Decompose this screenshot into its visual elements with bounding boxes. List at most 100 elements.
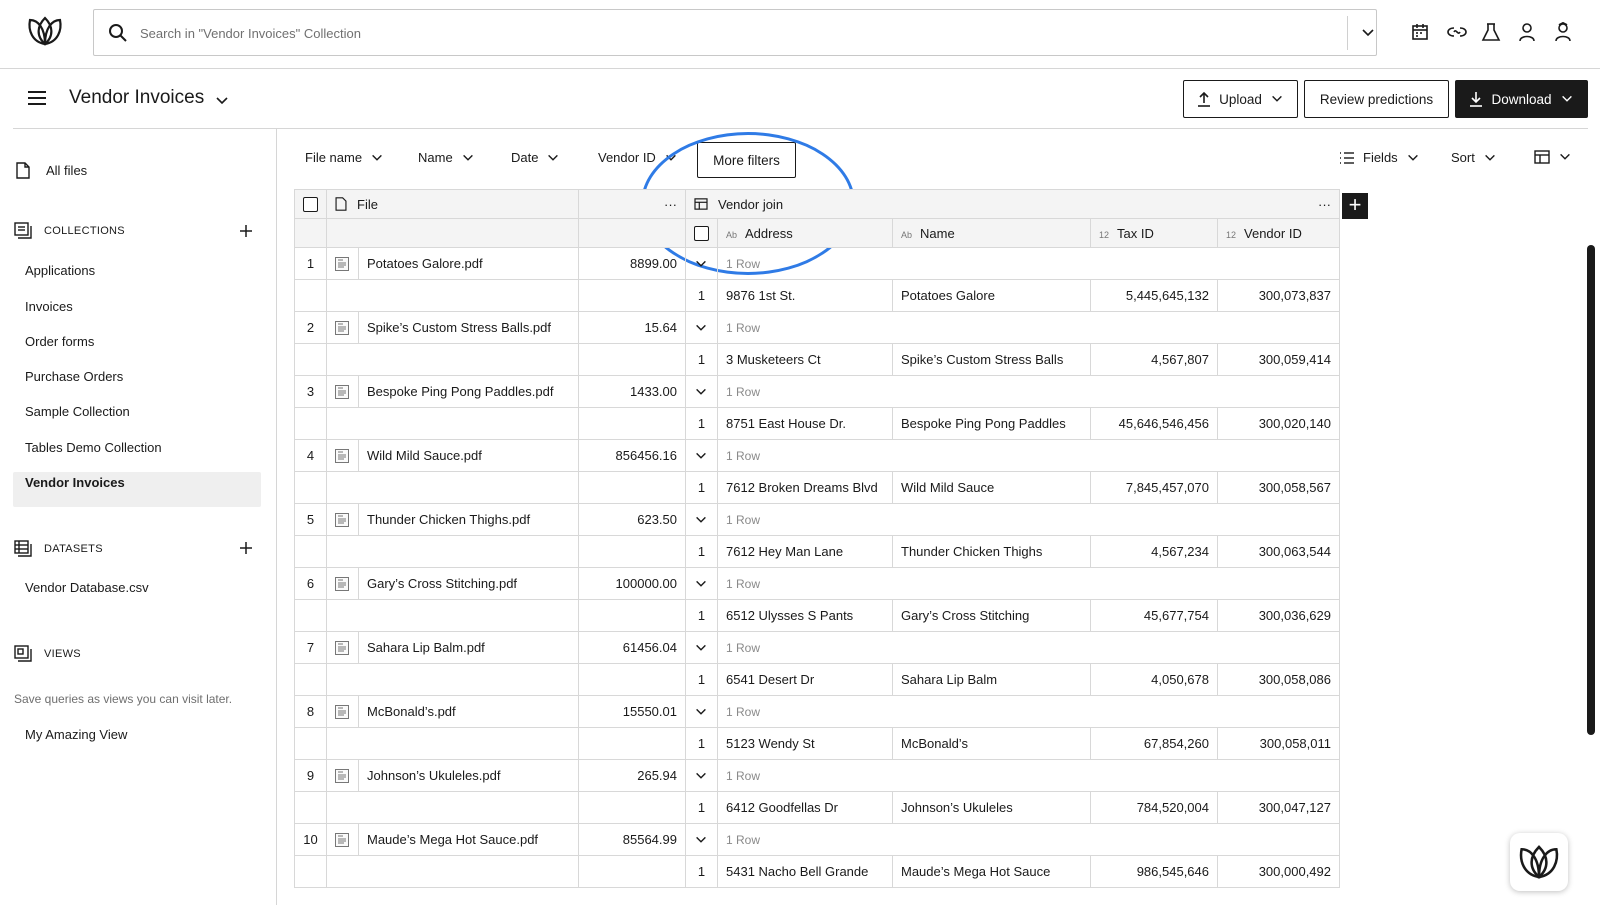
chevron-down-icon[interactable]	[694, 449, 709, 463]
join-subrow[interactable]: 1 6412 Goodfellas Dr Johnson’s Ukuleles 784…	[294, 791, 1340, 824]
expand-row-cell[interactable]	[685, 759, 718, 792]
tax-id-cell[interactable]: 45,646,546,456	[1090, 407, 1218, 440]
amount-cell[interactable]: 15550.01	[578, 695, 686, 728]
fields-menu-button[interactable]: Fields	[1339, 150, 1420, 165]
more-options-icon[interactable]: ···	[1318, 197, 1331, 212]
review-predictions-button[interactable]: Review predictions	[1304, 80, 1449, 118]
vendor-id-cell[interactable]: 300,073,837	[1217, 279, 1340, 312]
vendor-name-cell[interactable]: Bespoke Ping Pong Paddles	[892, 407, 1091, 440]
join-subrow[interactable]: 1 5123 Wendy St McBonald’s 67,854,260 300,05…	[294, 727, 1340, 760]
search-input[interactable]	[140, 22, 1320, 44]
chevron-down-icon[interactable]	[694, 577, 709, 591]
join-subrow[interactable]: 1 6541 Desert Dr Sahara Lip Balm 4,050,678 3…	[294, 663, 1340, 696]
more-options-icon[interactable]: ···	[664, 197, 677, 212]
file-column-options[interactable]: ···	[578, 189, 686, 219]
tax-id-cell[interactable]: 986,545,646	[1090, 855, 1218, 888]
table-row[interactable]: 6 Gary’s Cross Stitching.pdf 100000.00 1 Ro…	[294, 567, 1340, 600]
sidebar-item-vendor-database[interactable]: Vendor Database.csv	[25, 580, 149, 595]
add-dataset-plus-icon[interactable]	[238, 540, 254, 556]
tax-id-cell[interactable]: 4,567,807	[1090, 343, 1218, 376]
table-row[interactable]: 1 Potatoes Galore.pdf 8899.00 1 Row	[294, 247, 1340, 280]
filter-date[interactable]: Date	[511, 150, 560, 165]
table-row[interactable]: 7 Sahara Lip Balm.pdf 61456.04 1 Row	[294, 631, 1340, 664]
sidebar-item-purchase-orders[interactable]: Purchase Orders	[25, 369, 123, 384]
collection-switch-chevron-icon[interactable]	[214, 93, 230, 109]
expand-row-cell[interactable]	[685, 631, 718, 664]
amount-cell[interactable]: 8899.00	[578, 247, 686, 280]
file-name-cell[interactable]: Potatoes Galore.pdf	[358, 247, 579, 280]
name-column-header[interactable]: Ab Name	[892, 218, 1091, 248]
table-row[interactable]: 3 Bespoke Ping Pong Paddles.pdf 1433.00 1 R…	[294, 375, 1340, 408]
vendor-id-cell[interactable]: 300,036,629	[1217, 599, 1340, 632]
chevron-down-icon[interactable]	[694, 769, 709, 783]
chevron-down-icon[interactable]	[694, 641, 709, 655]
search-scope-chevron-icon[interactable]	[1360, 25, 1376, 41]
select-join-cell[interactable]	[685, 218, 718, 248]
file-name-cell[interactable]: Spike’s Custom Stress Balls.pdf	[358, 311, 579, 344]
join-subrow[interactable]: 1 7612 Hey Man Lane Thunder Chicken Thighs…	[294, 535, 1340, 568]
sidebar-item-applications[interactable]: Applications	[25, 263, 95, 278]
chevron-down-icon[interactable]	[694, 321, 709, 335]
amount-cell[interactable]: 856456.16	[578, 439, 686, 472]
address-cell[interactable]: 7612 Hey Man Lane	[717, 535, 893, 568]
table-row[interactable]: 4 Wild Mild Sauce.pdf 856456.16 1 Row	[294, 439, 1340, 472]
address-cell[interactable]: 8751 East House Dr.	[717, 407, 893, 440]
select-join-checkbox[interactable]	[694, 226, 709, 242]
app-logo-icon[interactable]	[26, 14, 64, 48]
table-row[interactable]: 2 Spike’s Custom Stress Balls.pdf 15.64 1 R…	[294, 311, 1340, 344]
vendor-id-cell[interactable]: 300,058,086	[1217, 663, 1340, 696]
address-cell[interactable]: 9876 1st St.	[717, 279, 893, 312]
expand-row-cell[interactable]	[685, 311, 718, 344]
upload-button[interactable]: Upload	[1183, 80, 1298, 118]
expand-row-cell[interactable]	[685, 823, 718, 856]
vendor-id-cell[interactable]: 300,059,414	[1217, 343, 1340, 376]
sort-menu-button[interactable]: Sort	[1451, 150, 1497, 165]
sidebar-item-order-forms[interactable]: Order forms	[25, 334, 94, 349]
address-cell[interactable]: 6412 Goodfellas Dr	[717, 791, 893, 824]
more-filters-button[interactable]: More filters	[697, 142, 796, 178]
join-subrow[interactable]: 1 6512 Ulysses S Pants Gary’s Cross Stitch…	[294, 599, 1340, 632]
vendor-id-cell[interactable]: 300,058,011	[1217, 727, 1340, 760]
vendor-name-cell[interactable]: Wild Mild Sauce	[892, 471, 1091, 504]
amount-cell[interactable]: 61456.04	[578, 631, 686, 664]
tax-id-cell[interactable]: 7,845,457,070	[1090, 471, 1218, 504]
file-name-cell[interactable]: Thunder Chicken Thighs.pdf	[358, 503, 579, 536]
admin-user-icon[interactable]	[1553, 22, 1577, 46]
add-collection-plus-icon[interactable]	[238, 223, 254, 239]
chevron-down-icon[interactable]	[694, 257, 709, 271]
tax-id-column-header[interactable]: 12 Tax ID	[1090, 218, 1218, 248]
vendor-id-cell[interactable]: 300,047,127	[1217, 791, 1340, 824]
file-name-cell[interactable]: Gary’s Cross Stitching.pdf	[358, 567, 579, 600]
flask-icon[interactable]	[1481, 22, 1505, 46]
vendor-id-cell[interactable]: 300,020,140	[1217, 407, 1340, 440]
file-name-cell[interactable]: Wild Mild Sauce.pdf	[358, 439, 579, 472]
table-row[interactable]: 8 McBonald’s.pdf 15550.01 1 Row	[294, 695, 1340, 728]
address-cell[interactable]: 5123 Wendy St	[717, 727, 893, 760]
tax-id-cell[interactable]: 4,050,678	[1090, 663, 1218, 696]
expand-row-cell[interactable]	[685, 503, 718, 536]
vendor-name-cell[interactable]: Sahara Lip Balm	[892, 663, 1091, 696]
chevron-down-icon[interactable]	[694, 833, 709, 847]
vendor-name-cell[interactable]: Spike’s Custom Stress Balls	[892, 343, 1091, 376]
address-cell[interactable]: 3 Musketeers Ct	[717, 343, 893, 376]
menu-icon[interactable]	[26, 89, 48, 107]
amount-cell[interactable]: 15.64	[578, 311, 686, 344]
address-column-header[interactable]: Ab Address	[717, 218, 893, 248]
sidebar-item-sample-collection[interactable]: Sample Collection	[25, 404, 130, 419]
help-chat-button[interactable]	[1510, 833, 1568, 891]
filter-vendor-id[interactable]: Vendor ID	[598, 150, 678, 165]
vendor-id-cell[interactable]: 300,058,567	[1217, 471, 1340, 504]
search-bar[interactable]	[93, 9, 1377, 56]
join-subrow[interactable]: 13 Musketeers Ct Spike’s Custom Stress Ba…	[294, 343, 1340, 376]
sidebar-item-vendor-invoices[interactable]: Vendor Invoices	[25, 475, 125, 490]
table-row[interactable]: 5 Thunder Chicken Thighs.pdf 623.50 1 Row	[294, 503, 1340, 536]
file-name-cell[interactable]: McBonald’s.pdf	[358, 695, 579, 728]
join-subrow[interactable]: 1 9876 1st St. Potatoes Galore 5,445,645,13…	[294, 279, 1340, 312]
tax-id-cell[interactable]: 784,520,004	[1090, 791, 1218, 824]
filter-file-name[interactable]: File name	[305, 150, 384, 165]
vendor-name-cell[interactable]: Maude’s Mega Hot Sauce	[892, 855, 1091, 888]
download-button[interactable]: Download	[1455, 80, 1588, 118]
table-row[interactable]: 10 Maude’s Mega Hot Sauce.pdf 85564.99 1 Ro…	[294, 823, 1340, 856]
expand-row-cell[interactable]	[685, 567, 718, 600]
expand-row-cell[interactable]	[685, 439, 718, 472]
